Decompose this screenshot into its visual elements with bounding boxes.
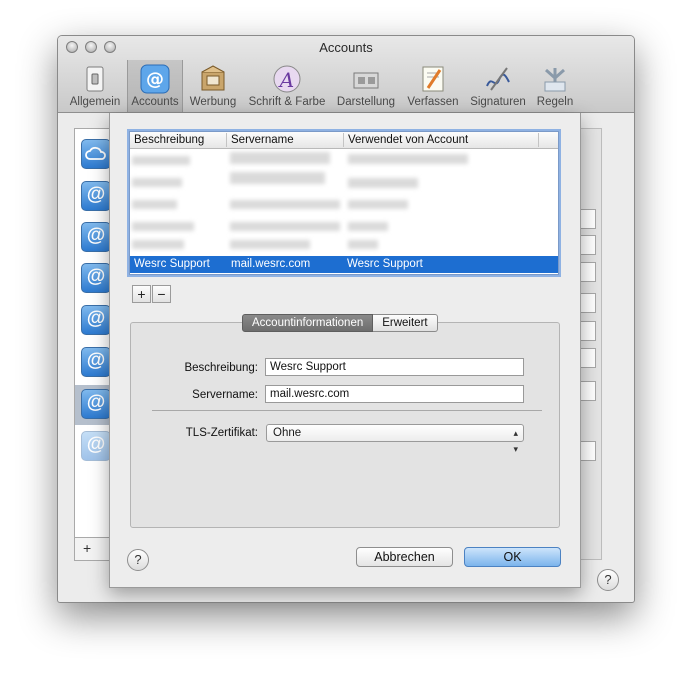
server-input[interactable]: mail.wesrc.com: [265, 385, 524, 403]
cloud-icon: [85, 146, 106, 160]
bg-field: [579, 441, 596, 461]
toolbar-werbung[interactable]: Werbung: [185, 60, 241, 110]
add-server-button[interactable]: +: [132, 285, 151, 303]
blurred-cell: [348, 178, 418, 188]
font-color-icon: A: [273, 65, 301, 93]
at-sign-icon: @: [140, 64, 170, 94]
toolbar-darstellung[interactable]: Darstellung: [333, 60, 399, 110]
rules-icon: [544, 68, 566, 92]
bg-field: [579, 293, 596, 313]
blurred-cell: [348, 154, 468, 164]
svg-text:@: @: [146, 69, 164, 90]
add-account-button[interactable]: +: [83, 540, 91, 556]
account-at-icon[interactable]: @: [81, 347, 111, 377]
ok-button[interactable]: OK: [464, 547, 561, 567]
tab-bar: Accountinformationen Erweitert: [242, 314, 438, 332]
svg-text:A: A: [278, 68, 294, 92]
account-at-icon[interactable]: @: [81, 222, 111, 252]
column-header[interactable]: Beschreibung: [130, 133, 227, 147]
cell-server: mail.wesrc.com: [231, 258, 311, 270]
account-at-icon[interactable]: @: [81, 389, 111, 419]
switch-icon: [86, 66, 104, 92]
blurred-cell: [132, 240, 184, 249]
toolbar-regeln[interactable]: Regeln: [532, 60, 578, 110]
description-input[interactable]: Wesrc Support: [265, 358, 524, 376]
blurred-cell: [230, 172, 325, 184]
toolbar-accounts[interactable]: @ Accounts: [127, 60, 183, 112]
table-header: Beschreibung Servername Verwendet von Ac…: [130, 132, 558, 149]
toolbar-schrift-farbe[interactable]: A Schrift & Farbe: [246, 60, 328, 110]
tab-erweitert[interactable]: Erweitert: [373, 314, 438, 332]
blurred-cell: [132, 200, 177, 209]
bg-field: [579, 381, 596, 401]
bg-field: [579, 262, 596, 282]
remove-server-button[interactable]: −: [152, 285, 171, 303]
tab-accountinformationen[interactable]: Accountinformationen: [242, 314, 374, 332]
signature-icon: [486, 67, 510, 91]
help-button[interactable]: ?: [127, 549, 149, 571]
blurred-cell: [132, 156, 190, 165]
blurred-cell: [348, 200, 408, 209]
cell-used-by: Wesrc Support: [347, 258, 423, 270]
title-bar: Accounts Allgemein @ Accounts Werbung A …: [58, 36, 634, 113]
tls-certificate-popup[interactable]: Ohne ▴ ▾: [266, 424, 524, 454]
blurred-cell: [132, 222, 194, 231]
bg-field: [579, 348, 596, 368]
icloud-account-icon[interactable]: [81, 139, 111, 169]
server-label: Servername:: [192, 389, 258, 401]
blurred-cell: [230, 200, 340, 209]
window-help-button[interactable]: ?: [597, 569, 619, 591]
table-row-selected[interactable]: Wesrc Support mail.wesrc.com Wesrc Suppo…: [130, 256, 558, 273]
smtp-server-sheet: Beschreibung Servername Verwendet von Ac…: [109, 113, 581, 588]
server-table[interactable]: Beschreibung Servername Verwendet von Ac…: [129, 131, 559, 275]
window-title: Accounts: [319, 40, 373, 55]
account-at-icon[interactable]: @: [81, 431, 111, 461]
description-label: Beschreibung:: [184, 362, 258, 374]
column-header[interactable]: Verwendet von Account: [344, 133, 539, 147]
blurred-cell: [230, 222, 340, 231]
separator: [152, 410, 542, 411]
tls-label: TLS-Zertifikat:: [185, 427, 258, 439]
updown-arrows-icon: ▴ ▾: [513, 428, 518, 454]
blurred-cell: [348, 222, 388, 231]
account-at-icon[interactable]: @: [81, 181, 111, 211]
bg-field: [579, 209, 596, 229]
toolbar-signaturen[interactable]: Signaturen: [466, 60, 530, 110]
blurred-cell: [348, 240, 378, 249]
viewing-icon: [353, 72, 379, 89]
cell-description: Wesrc Support: [134, 258, 210, 270]
toolbar-verfassen[interactable]: Verfassen: [404, 60, 462, 110]
bg-field: [579, 321, 596, 341]
cancel-button[interactable]: Abbrechen: [356, 547, 453, 567]
bg-field: [579, 235, 596, 255]
column-header[interactable]: Servername: [227, 133, 344, 147]
account-at-icon[interactable]: @: [81, 263, 111, 293]
account-at-icon[interactable]: @: [81, 305, 111, 335]
tls-value: Ohne: [273, 427, 302, 439]
junk-mail-icon: [201, 65, 225, 91]
blurred-cell: [230, 152, 330, 164]
composing-icon: [422, 66, 444, 92]
toolbar-allgemein[interactable]: Allgemein: [64, 60, 126, 110]
blurred-cell: [132, 178, 182, 187]
blurred-cell: [230, 240, 310, 249]
